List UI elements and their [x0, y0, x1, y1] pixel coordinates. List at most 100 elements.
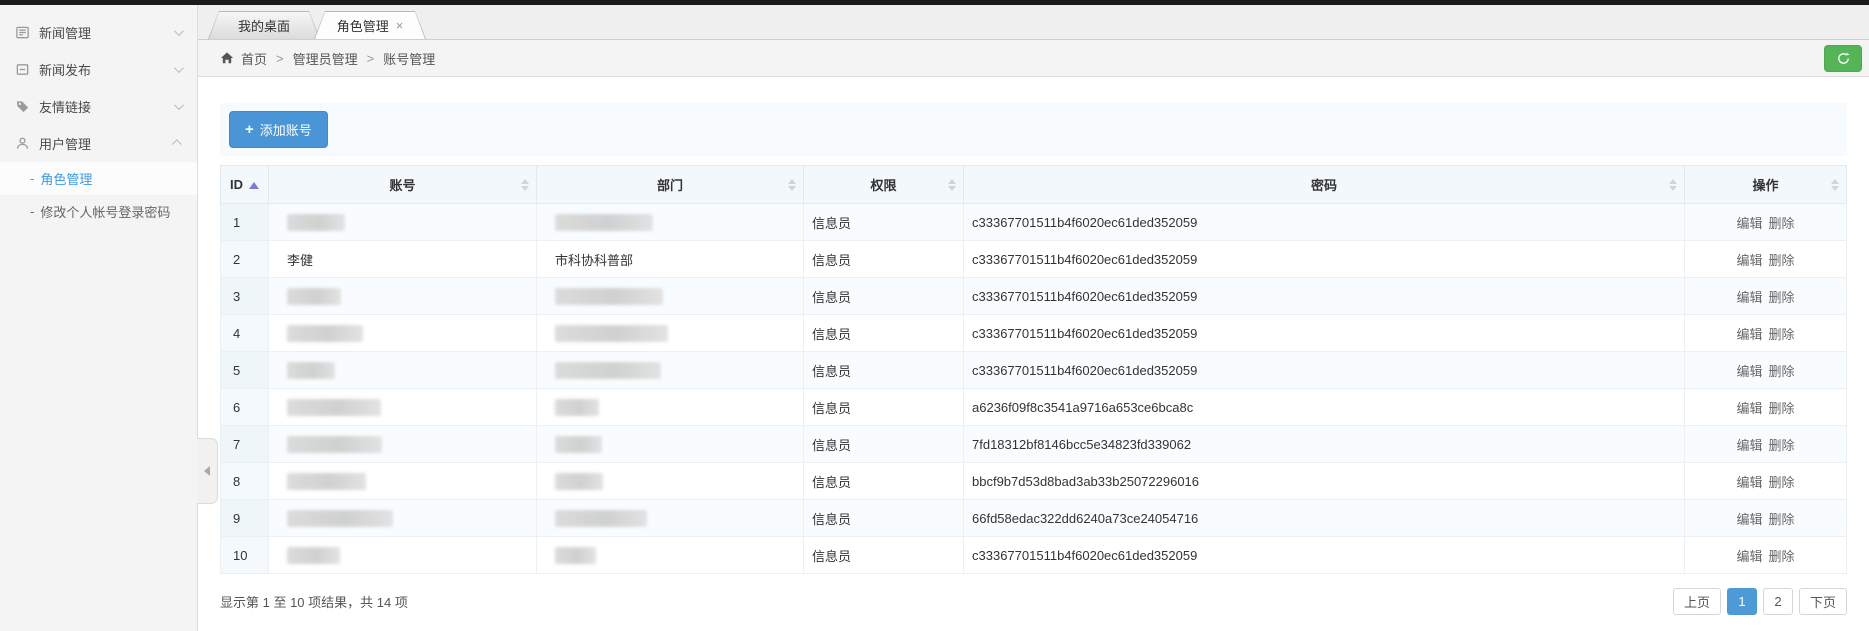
tab-my-desktop[interactable]: 我的桌面 [208, 11, 320, 39]
close-icon[interactable]: × [396, 19, 404, 32]
column-header-operations[interactable]: 操作 [1685, 166, 1847, 204]
column-header-account[interactable]: 账号 [269, 166, 537, 204]
redacted-text-block [287, 214, 345, 231]
sidebar-item-friend-links[interactable]: 友情链接 [0, 88, 197, 125]
table-row: 5信息员c33367701511b4f6020ec61ded352059编辑删除 [221, 352, 1847, 389]
chevron-up-icon [172, 139, 182, 149]
edit-link[interactable]: 编辑 [1736, 512, 1762, 527]
delete-link[interactable]: 删除 [1769, 216, 1795, 231]
cell-permission: 信息员 [804, 204, 964, 241]
cell-operations: 编辑删除 [1685, 463, 1847, 500]
edit-link[interactable]: 编辑 [1736, 438, 1762, 453]
cell-id: 7 [221, 426, 269, 463]
edit-link[interactable]: 编辑 [1736, 364, 1762, 379]
cell-permission: 信息员 [804, 389, 964, 426]
sub-item-bullet: - [30, 204, 34, 219]
breadcrumb-home[interactable]: 首页 [241, 49, 267, 68]
caret-left-icon [204, 466, 210, 476]
edit-link[interactable]: 编辑 [1736, 475, 1762, 490]
chevron-down-icon [174, 100, 184, 110]
cell-department [537, 537, 804, 574]
breadcrumb-separator: > [367, 51, 375, 66]
edit-link[interactable]: 编辑 [1736, 216, 1762, 231]
column-header-password[interactable]: 密码 [964, 166, 1685, 204]
tab-role-management[interactable]: 角色管理 × [314, 11, 426, 39]
header-label: 部门 [657, 178, 683, 193]
sidebar-item-user-management[interactable]: 用户管理 [0, 125, 197, 162]
redacted-text-block [555, 288, 663, 305]
cell-account [269, 463, 537, 500]
sidebar: 新闻管理 新闻发布 友情链接 用户管理 - 角色管理 [0, 5, 198, 631]
cell-password: 7fd18312bf8146bcc5e34823fd339062 [964, 426, 1685, 463]
cell-department [537, 278, 804, 315]
content-panel: + 添加账号 ID 账号 部门 权限 密码 操作 1信息员c3336770 [198, 77, 1869, 631]
refresh-button[interactable] [1824, 45, 1862, 72]
header-label: 密码 [1311, 178, 1337, 193]
header-label: 操作 [1752, 178, 1778, 193]
column-header-id[interactable]: ID [221, 166, 269, 204]
cell-department [537, 315, 804, 352]
delete-link[interactable]: 删除 [1769, 475, 1795, 490]
redacted-text-block [287, 473, 366, 490]
sidebar-item-news-publish[interactable]: 新闻发布 [0, 51, 197, 88]
delete-link[interactable]: 删除 [1769, 512, 1795, 527]
column-header-permission[interactable]: 权限 [804, 166, 964, 204]
cell-operations: 编辑删除 [1685, 241, 1847, 278]
edit-link[interactable]: 编辑 [1736, 327, 1762, 342]
cell-department [537, 500, 804, 537]
cell-operations: 编辑删除 [1685, 426, 1847, 463]
sidebar-item-change-password[interactable]: - 修改个人帐号登录密码 [0, 195, 197, 228]
page-button-2[interactable]: 2 [1763, 588, 1793, 615]
delete-link[interactable]: 删除 [1769, 364, 1795, 379]
sidebar-item-news-management[interactable]: 新闻管理 [0, 14, 197, 51]
sidebar-item-role-management[interactable]: - 角色管理 [0, 162, 197, 195]
delete-link[interactable]: 删除 [1769, 290, 1795, 305]
sort-asc-icon [249, 182, 259, 189]
tab-label: 角色管理 [337, 16, 389, 35]
add-account-label: 添加账号 [260, 120, 312, 139]
breadcrumb-account-management: 账号管理 [383, 49, 435, 68]
delete-link[interactable]: 删除 [1769, 549, 1795, 564]
sidebar-collapse-handle[interactable] [197, 438, 218, 504]
redacted-text-block [555, 547, 596, 564]
edit-link[interactable]: 编辑 [1736, 401, 1762, 416]
cell-id: 2 [221, 241, 269, 278]
column-header-department[interactable]: 部门 [537, 166, 804, 204]
page-button-1[interactable]: 1 [1727, 588, 1757, 615]
refresh-icon [1836, 51, 1851, 66]
sort-both-icon [948, 179, 956, 191]
redacted-text-block [555, 510, 647, 527]
cell-account: 李健 [269, 241, 537, 278]
cell-account [269, 426, 537, 463]
header-label: 权限 [870, 178, 896, 193]
sub-item-label: 角色管理 [40, 169, 92, 188]
cell-password: a6236f09f8c3541a9716a653ce6bca8c [964, 389, 1685, 426]
cell-id: 1 [221, 204, 269, 241]
cell-account [269, 389, 537, 426]
cell-password: c33367701511b4f6020ec61ded352059 [964, 278, 1685, 315]
delete-link[interactable]: 删除 [1769, 401, 1795, 416]
delete-link[interactable]: 删除 [1769, 253, 1795, 268]
redacted-text-block [555, 325, 668, 342]
sidebar-item-label: 友情链接 [39, 97, 91, 116]
cell-operations: 编辑删除 [1685, 389, 1847, 426]
delete-link[interactable]: 删除 [1769, 438, 1795, 453]
next-page-button[interactable]: 下页 [1799, 588, 1847, 615]
sidebar-item-label: 用户管理 [39, 134, 91, 153]
prev-page-button[interactable]: 上页 [1673, 588, 1721, 615]
add-account-button[interactable]: + 添加账号 [229, 111, 328, 148]
header-label: ID [230, 177, 243, 192]
cell-operations: 编辑删除 [1685, 278, 1847, 315]
cell-permission: 信息员 [804, 537, 964, 574]
cell-id: 10 [221, 537, 269, 574]
table-row: 2李健市科协科普部信息员c33367701511b4f6020ec61ded35… [221, 241, 1847, 278]
cell-password: c33367701511b4f6020ec61ded352059 [964, 241, 1685, 278]
cell-password: c33367701511b4f6020ec61ded352059 [964, 352, 1685, 389]
redacted-text-block [555, 362, 661, 379]
edit-link[interactable]: 编辑 [1736, 290, 1762, 305]
edit-link[interactable]: 编辑 [1736, 549, 1762, 564]
breadcrumb-admin-management[interactable]: 管理员管理 [293, 49, 358, 68]
edit-link[interactable]: 编辑 [1736, 253, 1762, 268]
delete-link[interactable]: 删除 [1769, 327, 1795, 342]
cell-id: 6 [221, 389, 269, 426]
